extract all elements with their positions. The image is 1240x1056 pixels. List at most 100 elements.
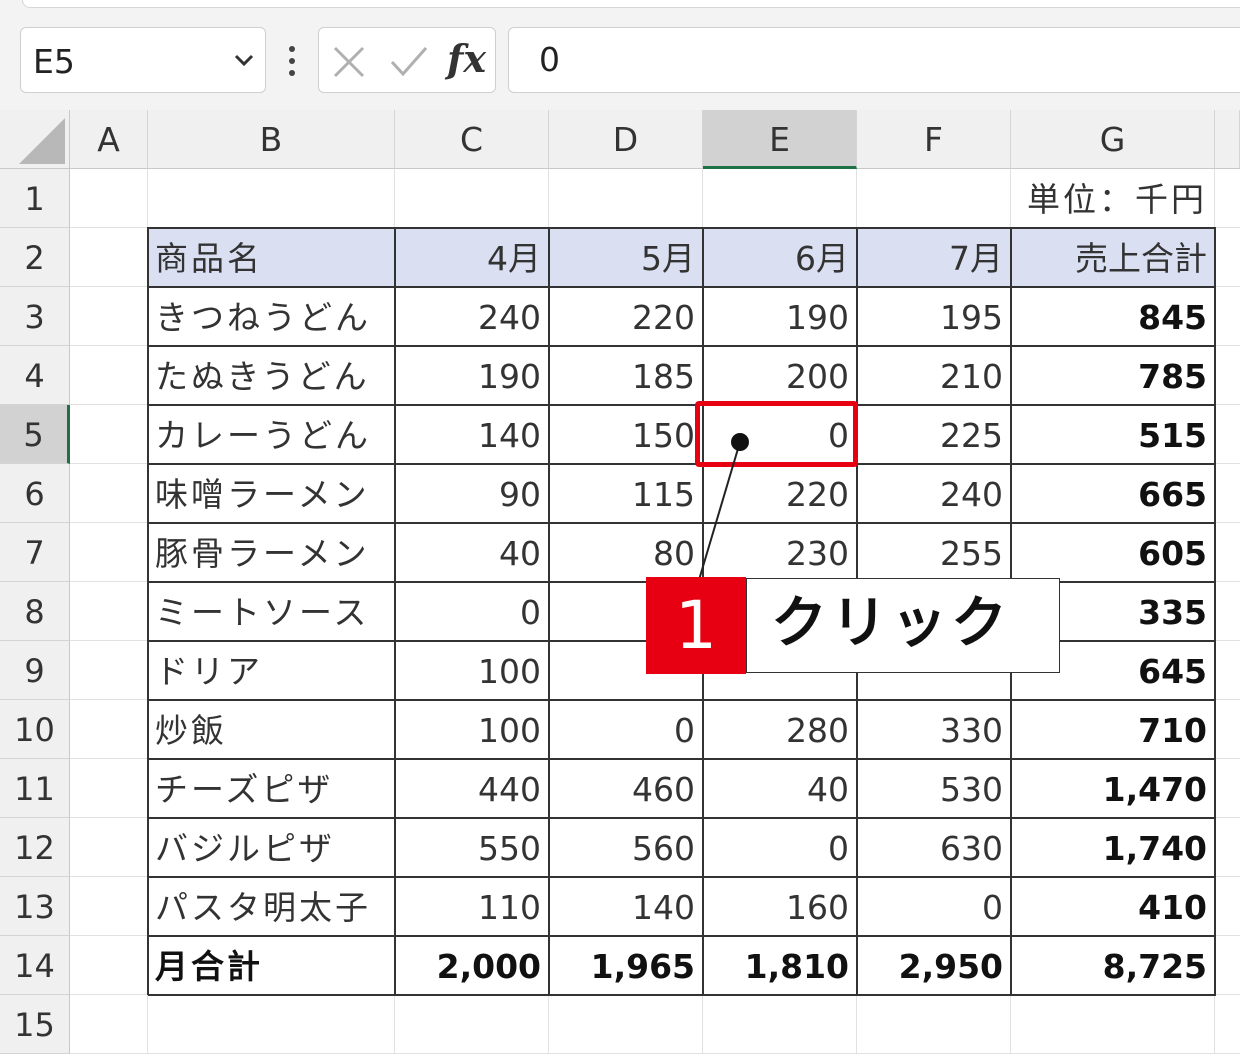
formula-bar[interactable]: 0 (508, 27, 1240, 93)
column-header-b[interactable]: B (148, 110, 395, 169)
table-cell[interactable]: 240 (857, 464, 1011, 523)
table-cell[interactable]: 味噌ラーメン (148, 464, 395, 523)
total-cell[interactable]: 1,965 (549, 936, 703, 995)
table-cell[interactable]: 160 (703, 877, 857, 936)
table-cell[interactable]: 140 (395, 405, 549, 464)
table-cell[interactable]: 40 (395, 523, 549, 582)
table-cell[interactable]: 515 (1011, 405, 1215, 464)
table-header-cell[interactable]: 商品名 (148, 228, 395, 287)
table-cell[interactable]: 40 (703, 759, 857, 818)
row-header-14[interactable]: 14 (0, 936, 70, 995)
table-cell[interactable]: 410 (1011, 877, 1215, 936)
table-cell[interactable]: 豚骨ラーメン (148, 523, 395, 582)
table-cell[interactable]: 210 (857, 346, 1011, 405)
table-cell[interactable]: 710 (1011, 700, 1215, 759)
column-header-a[interactable]: A (70, 110, 148, 169)
table-cell[interactable]: 90 (395, 464, 549, 523)
row-header-12[interactable]: 12 (0, 818, 70, 877)
table-cell[interactable]: 200 (703, 346, 857, 405)
table-cell[interactable]: 280 (703, 700, 857, 759)
table-cell[interactable]: 110 (395, 877, 549, 936)
table-cell[interactable]: 0 (549, 700, 703, 759)
table-cell[interactable]: 665 (1011, 464, 1215, 523)
table-cell[interactable]: 530 (857, 759, 1011, 818)
table-cell[interactable]: 115 (549, 464, 703, 523)
table-cell[interactable]: 80 (549, 523, 703, 582)
table-cell[interactable]: カレーうどん (148, 405, 395, 464)
table-cell[interactable]: 0 (857, 877, 1011, 936)
table-cell[interactable]: 220 (703, 464, 857, 523)
row-header-13[interactable]: 13 (0, 877, 70, 936)
table-cell[interactable]: 0 (395, 582, 549, 641)
table-cell[interactable]: 100 (395, 700, 549, 759)
table-cell[interactable]: 190 (395, 346, 549, 405)
column-header-c[interactable]: C (395, 110, 549, 169)
table-cell[interactable]: 560 (549, 818, 703, 877)
table-cell[interactable]: 225 (857, 405, 1011, 464)
table-cell[interactable]: 190 (703, 287, 857, 346)
total-cell[interactable]: 2,000 (395, 936, 549, 995)
table-cell[interactable]: 150 (549, 405, 703, 464)
row-header-1[interactable]: 1 (0, 169, 70, 228)
table-cell[interactable]: 550 (395, 818, 549, 877)
table-cell[interactable]: 605 (1011, 523, 1215, 582)
table-cell[interactable]: 330 (857, 700, 1011, 759)
row-header-8[interactable]: 8 (0, 582, 70, 641)
column-header-d[interactable]: D (549, 110, 703, 169)
table-cell[interactable]: 460 (549, 759, 703, 818)
table-cell[interactable]: 630 (857, 818, 1011, 877)
table-cell[interactable]: ミートソース (148, 582, 395, 641)
name-box[interactable]: E5 (20, 27, 266, 93)
more-options-icon[interactable] (286, 44, 298, 78)
table-cell[interactable]: ドリア (148, 641, 395, 700)
table-cell[interactable]: チーズピザ (148, 759, 395, 818)
total-cell[interactable]: 月合計 (148, 936, 395, 995)
table-header-cell[interactable]: 売上合計 (1011, 228, 1215, 287)
table-cell[interactable]: バジルピザ (148, 818, 395, 877)
table-cell[interactable]: 845 (1011, 287, 1215, 346)
row-header-6[interactable]: 6 (0, 464, 70, 523)
table-header-cell[interactable]: 7月 (857, 228, 1011, 287)
total-cell[interactable]: 2,950 (857, 936, 1011, 995)
table-cell[interactable]: 440 (395, 759, 549, 818)
row-header-4[interactable]: 4 (0, 346, 70, 405)
table-cell[interactable]: 195 (857, 287, 1011, 346)
table-cell[interactable]: 140 (549, 877, 703, 936)
row-header-11[interactable]: 11 (0, 759, 70, 818)
row-header-5[interactable]: 5 (0, 405, 70, 464)
spreadsheet-grid[interactable]: A B C D E F G 1 2 3 4 5 6 7 8 9 10 11 12 13 14 15 単位：千円 商品名 4月 5月… (0, 110, 1240, 1054)
table-cell[interactable]: 1,470 (1011, 759, 1215, 818)
table-header-cell[interactable]: 4月 (395, 228, 549, 287)
column-header-next[interactable] (1215, 110, 1240, 169)
column-header-g[interactable]: G (1011, 110, 1215, 169)
table-cell[interactable]: 100 (395, 641, 549, 700)
row-header-10[interactable]: 10 (0, 700, 70, 759)
row-header-15[interactable]: 15 (0, 995, 70, 1054)
table-cell[interactable]: 220 (549, 287, 703, 346)
row-header-7[interactable]: 7 (0, 523, 70, 582)
table-cell[interactable]: 240 (395, 287, 549, 346)
table-cell[interactable]: 1,740 (1011, 818, 1215, 877)
table-header-cell[interactable]: 5月 (549, 228, 703, 287)
row-header-3[interactable]: 3 (0, 287, 70, 346)
table-cell[interactable]: パスタ明太子 (148, 877, 395, 936)
table-cell[interactable]: 0 (703, 818, 857, 877)
table-cell[interactable]: きつねうどん (148, 287, 395, 346)
chevron-down-icon[interactable] (233, 52, 255, 68)
table-cell[interactable]: 785 (1011, 346, 1215, 405)
table-cell[interactable]: 炒飯 (148, 700, 395, 759)
column-header-e[interactable]: E (703, 110, 857, 169)
table-header-cell[interactable]: 6月 (703, 228, 857, 287)
cancel-icon[interactable] (331, 44, 367, 80)
insert-function-icon[interactable]: fx (447, 36, 486, 81)
checkmark-icon[interactable] (389, 44, 429, 80)
total-cell[interactable]: 8,725 (1011, 936, 1215, 995)
table-cell[interactable]: 230 (703, 523, 857, 582)
column-header-f[interactable]: F (857, 110, 1011, 169)
total-cell[interactable]: 1,810 (703, 936, 857, 995)
table-cell[interactable]: たぬきうどん (148, 346, 395, 405)
table-cell[interactable]: 255 (857, 523, 1011, 582)
row-header-2[interactable]: 2 (0, 228, 70, 287)
table-cell[interactable]: 185 (549, 346, 703, 405)
row-header-9[interactable]: 9 (0, 641, 70, 700)
